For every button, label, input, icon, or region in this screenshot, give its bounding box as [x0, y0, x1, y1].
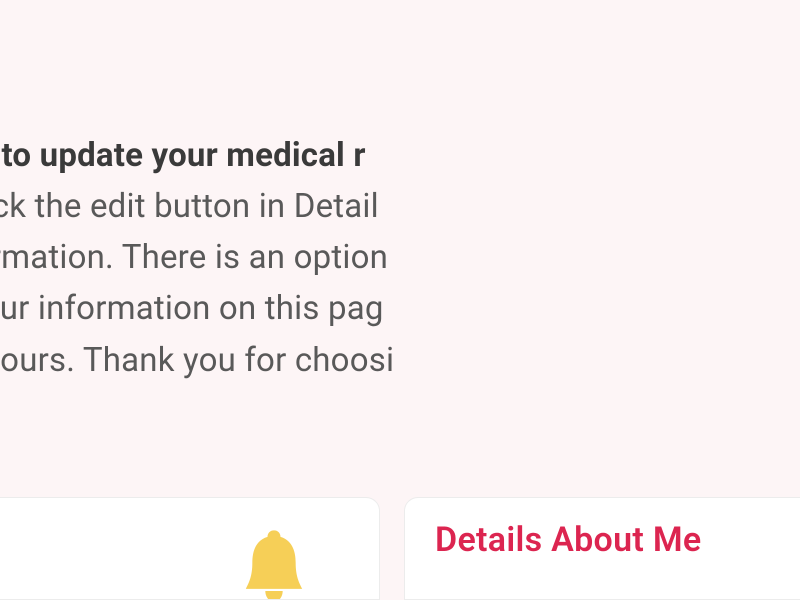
- bell-icon: [239, 526, 309, 600]
- intro-line-1-bold: you the opportunity to update your medic…: [0, 136, 366, 175]
- cards-row: Details About Me: [0, 497, 800, 600]
- intro-line-4: on. Once you edit your information on th…: [0, 283, 800, 334]
- page-root: you the opportunity to update your medic…: [0, 0, 800, 600]
- details-about-me-card[interactable]: Details About Me: [404, 497, 800, 600]
- intro-line-2-rest: Please click the edit button in Detail: [0, 187, 379, 226]
- left-card: [0, 497, 380, 600]
- intro-line-2: r identity. Please click the edit button…: [0, 181, 800, 232]
- intro-line-5: al record within 24 hours. Thank you for…: [0, 335, 800, 386]
- details-about-me-title: Details About Me: [435, 520, 800, 560]
- intro-line-1: you the opportunity to update your medic…: [0, 130, 800, 181]
- intro-line-3: vide any of this information. There is a…: [0, 232, 800, 283]
- intro-message: you the opportunity to update your medic…: [0, 130, 800, 386]
